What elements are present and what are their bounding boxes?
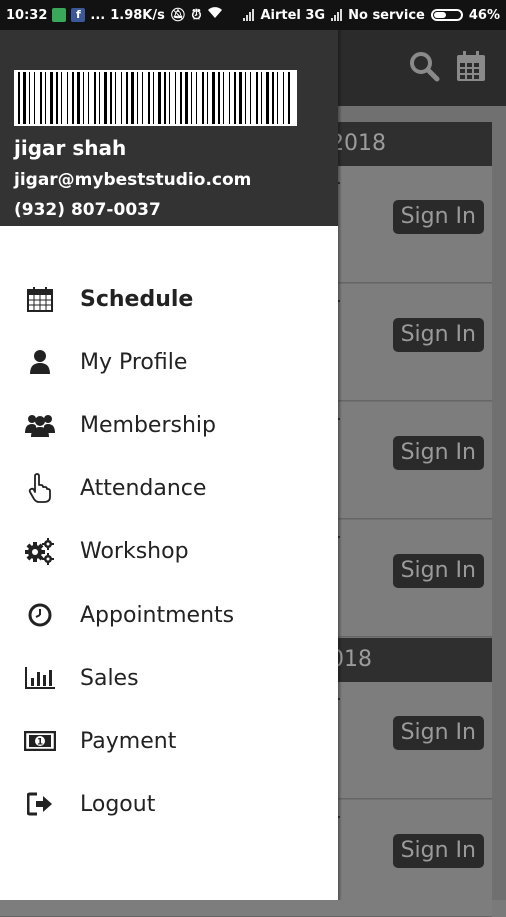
menu-item-my-profile[interactable]: My Profile [0, 334, 338, 390]
sign-in-button[interactable]: Sign In [392, 716, 484, 750]
menu-item-schedule[interactable]: Schedule [0, 271, 338, 327]
sign-in-button[interactable]: Sign In [392, 318, 484, 352]
clock-icon [24, 599, 56, 631]
sign-in-button[interactable]: Sign In [392, 834, 484, 868]
status-net-speed: 1.98K/s [110, 7, 165, 23]
svg-text:1: 1 [37, 738, 43, 748]
sign-in-button[interactable]: Sign In [392, 200, 484, 234]
menu-item-attendance[interactable]: Attendance [0, 460, 338, 516]
user-name: jigar shah [14, 136, 127, 160]
app-notification-icon [52, 8, 67, 22]
status-battery: 46% [468, 7, 500, 23]
facebook-notification-icon: f [71, 8, 86, 22]
status-carrier-1: Airtel 3G [260, 7, 326, 23]
sign-in-button[interactable]: Sign In [392, 436, 484, 470]
wifi-icon [207, 7, 223, 23]
menu-item-appointments[interactable]: Appointments [0, 587, 338, 643]
menu-item-payment[interactable]: 1 Payment [0, 713, 338, 769]
gears-icon [24, 535, 56, 567]
status-bar: 10:32 f ... 1.98K/s 🔕︎ ⏰︎ Airtel 3G No s… [0, 0, 506, 30]
menu-label: Logout [80, 791, 156, 817]
menu-label: My Profile [80, 349, 188, 375]
logout-icon [24, 788, 56, 820]
signal-icon-2 [331, 9, 343, 21]
status-carrier-2: No service [348, 7, 425, 23]
menu-item-membership[interactable]: Membership [0, 397, 338, 453]
battery-icon [430, 9, 463, 21]
menu-label: Membership [80, 412, 216, 438]
sign-in-button[interactable]: Sign In [392, 554, 484, 588]
menu-item-logout[interactable]: Logout [0, 776, 338, 832]
menu-label: Payment [80, 728, 177, 754]
member-barcode [14, 70, 297, 126]
menu-label: Appointments [80, 602, 235, 628]
bar-chart-icon [24, 662, 56, 694]
calendar-icon[interactable] [456, 50, 486, 86]
mute-icon: 🔕︎ [169, 7, 187, 23]
menu-item-sales[interactable]: Sales [0, 650, 338, 706]
status-dots: ... [90, 7, 106, 23]
menu-item-workshop[interactable]: Workshop [0, 523, 338, 579]
menu-label: Schedule [80, 286, 194, 312]
users-icon [24, 409, 56, 441]
user-icon [24, 346, 56, 378]
search-icon[interactable] [408, 50, 440, 86]
money-icon: 1 [24, 725, 56, 757]
user-email: jigar@mybeststudio.com [14, 170, 252, 190]
calendar-icon [24, 283, 56, 315]
drawer-header: jigar shah jigar@mybeststudio.com (932) … [0, 30, 338, 226]
user-phone: (932) 807-0037 [14, 200, 161, 220]
hand-pointer-icon [24, 472, 56, 504]
menu-label: Workshop [80, 538, 189, 564]
status-time: 10:32 [6, 7, 48, 23]
signal-icon [243, 9, 255, 21]
menu-label: Sales [80, 665, 139, 691]
drawer-shadow [338, 30, 342, 900]
menu-label: Attendance [80, 475, 207, 501]
alarm-icon: ⏰︎ [191, 7, 202, 23]
navigation-drawer: jigar shah jigar@mybeststudio.com (932) … [0, 30, 338, 900]
